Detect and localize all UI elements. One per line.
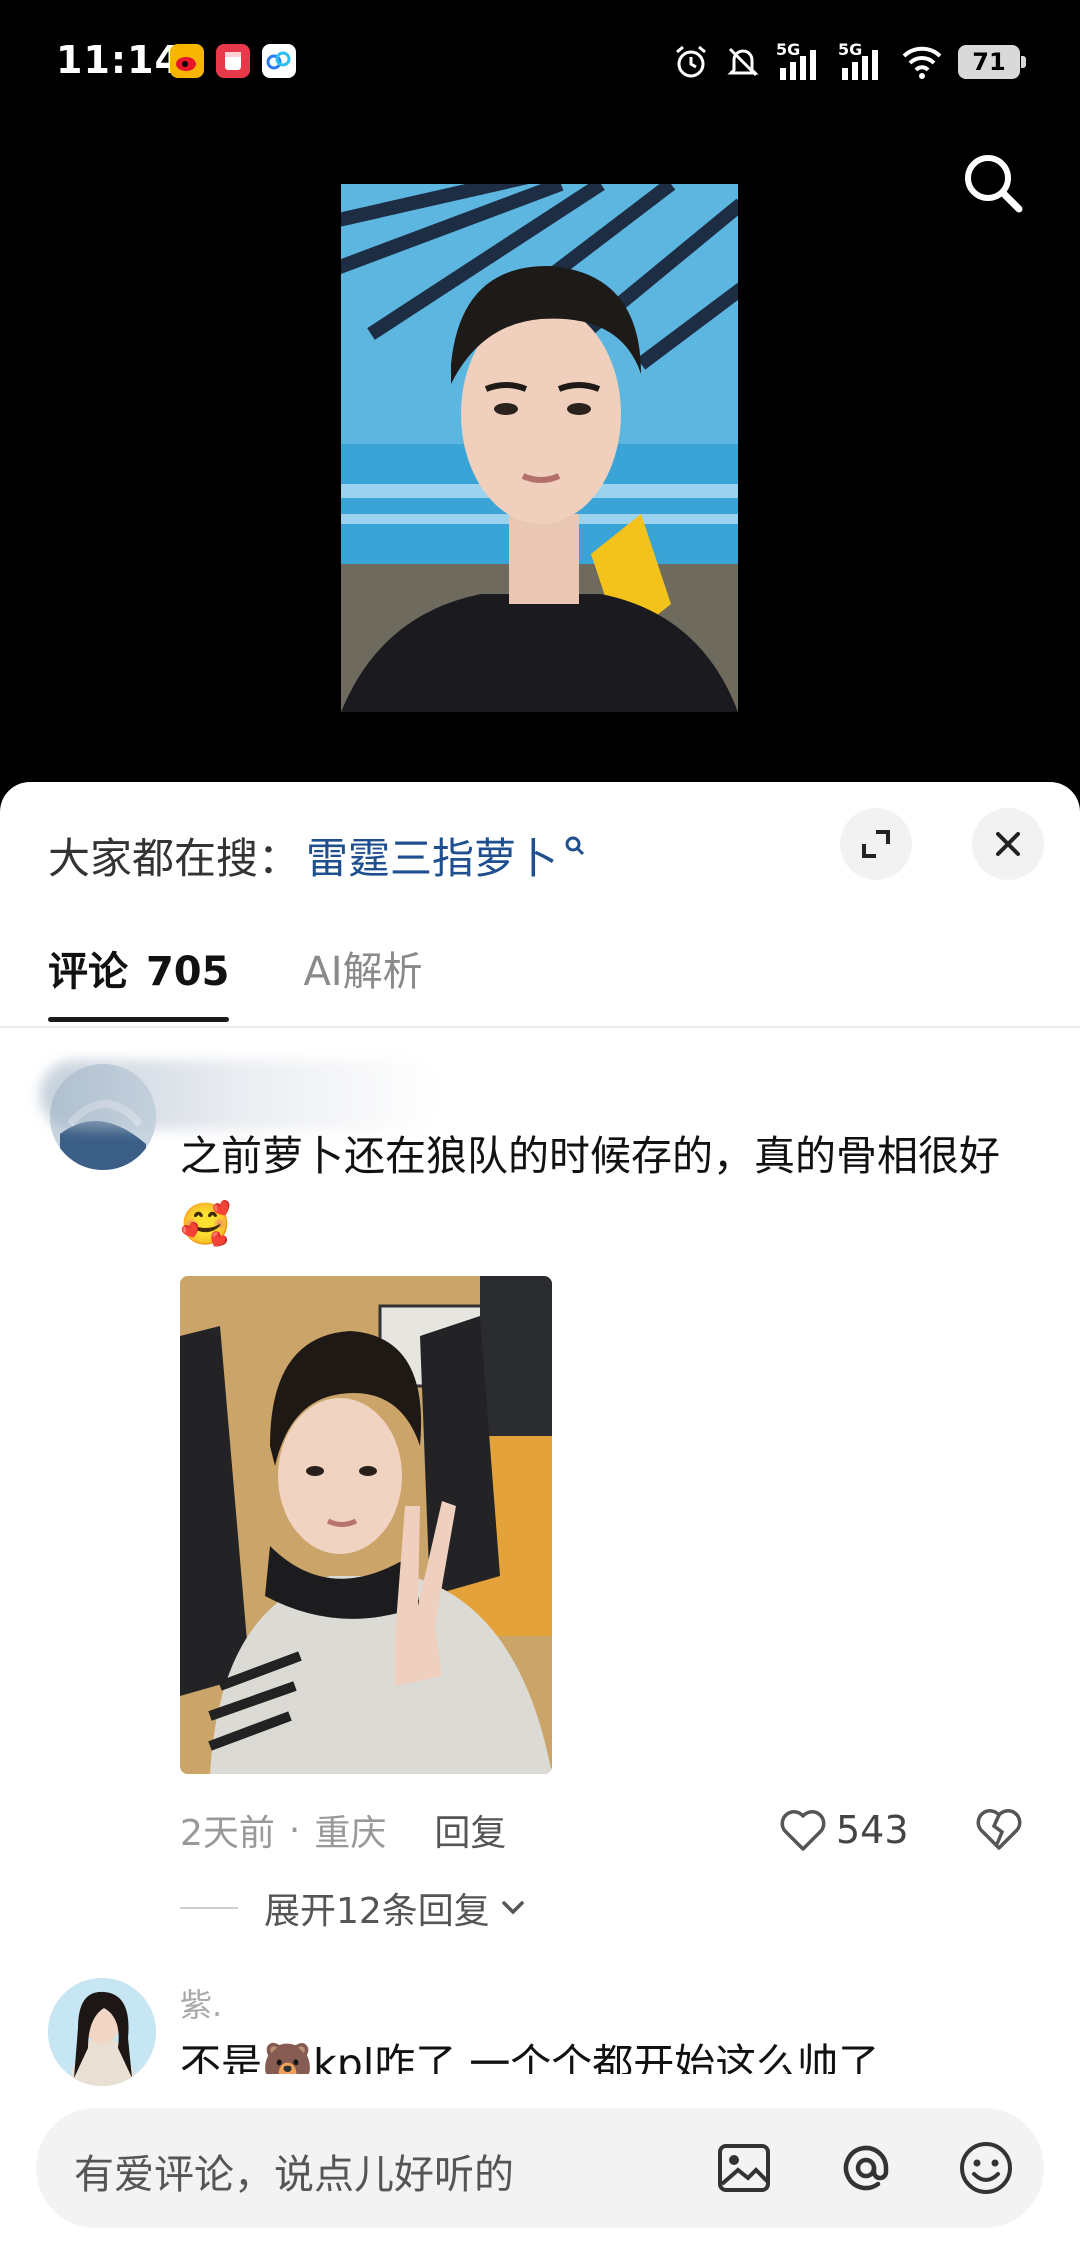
weibo-app-icon <box>170 44 204 78</box>
alarm-icon <box>676 45 706 78</box>
comment-meta: 2天前 · 重庆 回复 <box>180 1802 506 1858</box>
expand-replies-label: 展开12条回复 <box>264 1891 490 1932</box>
comment-image[interactable] <box>180 1276 552 1774</box>
comment-text: 不是🐻kpl咋了 一个个都开始这么帅了 <box>180 2040 880 2074</box>
comments-sheet: 大家都在搜： 雷霆三指萝卜 评论 705 AI解析 之前萝卜还在狼队的时候存的，… <box>0 782 1080 2252</box>
post-image[interactable] <box>341 184 738 712</box>
avatar[interactable] <box>48 1978 156 2086</box>
hot-search[interactable]: 大家都在搜： 雷霆三指萝卜 <box>48 820 586 890</box>
dislike-button[interactable] <box>972 1802 1026 1856</box>
comment-text: 之前萝卜还在狼队的时候存的，真的骨相很好🥰 <box>180 1132 1000 1248</box>
like-button[interactable]: 543 <box>778 1800 909 1860</box>
close-icon <box>996 832 1020 856</box>
tab-underline <box>48 1017 230 1022</box>
signal-5g-2: 5G <box>838 40 886 82</box>
status-bar: 11:14 5G 5G 71 <box>0 0 1080 120</box>
battery-indicator: 71 <box>958 45 1026 79</box>
expand-icon <box>862 830 890 858</box>
status-indicators: 5G 5G 71 <box>672 40 1026 84</box>
emoji-icon <box>960 2142 1012 2194</box>
search-icon <box>565 836 585 856</box>
expand-button[interactable] <box>840 808 912 880</box>
emoji-button[interactable] <box>954 2136 1018 2200</box>
expand-replies-button[interactable]: 展开12条回复 <box>180 1880 530 1936</box>
search-icon <box>965 155 1023 213</box>
mention-button[interactable] <box>834 2136 898 2200</box>
cloud-app-icon <box>262 44 296 78</box>
comment-location: 重庆 <box>314 1813 387 1854</box>
red-app-icon <box>216 44 250 78</box>
comment-time: 2天前 <box>180 1813 275 1854</box>
signal-5g-1: 5G <box>776 40 824 82</box>
tab-ai-analysis-label: AI解析 <box>303 949 423 995</box>
mute-icon <box>727 47 759 77</box>
tab-bar: 评论 705 AI解析 <box>48 942 423 1022</box>
chevron-down-icon <box>502 1901 524 1915</box>
tab-comments[interactable]: 评论 705 <box>48 942 230 1022</box>
divider <box>0 1026 1080 1028</box>
hot-search-term[interactable]: 雷霆三指萝卜 <box>306 825 558 886</box>
comment-username[interactable]: 紫. <box>180 1980 222 2026</box>
username-blurred[interactable] <box>40 1060 440 1130</box>
comment-input[interactable]: 有爱评论，说点儿好听的 <box>36 2108 1044 2228</box>
broken-heart-icon <box>976 1809 1022 1850</box>
reply-button[interactable]: 回复 <box>434 1804 506 1856</box>
close-button[interactable] <box>972 808 1044 880</box>
at-icon <box>843 2145 889 2191</box>
wifi-icon <box>902 46 942 79</box>
tab-comments-label: 评论 <box>48 949 128 995</box>
image-button[interactable] <box>712 2136 776 2200</box>
hot-search-prefix: 大家都在搜： <box>48 833 301 883</box>
image-icon <box>718 2144 770 2192</box>
search-button[interactable] <box>958 148 1028 218</box>
status-time: 11:14 <box>56 38 182 82</box>
heart-icon <box>780 1810 826 1851</box>
like-count: 543 <box>836 1808 909 1852</box>
comment-input-placeholder: 有爱评论，说点儿好听的 <box>74 2152 514 2198</box>
meta-separator: · <box>288 1809 301 1851</box>
tab-comments-count: 705 <box>145 949 230 995</box>
expand-line <box>180 1907 238 1909</box>
tab-ai-analysis[interactable]: AI解析 <box>303 942 422 1012</box>
